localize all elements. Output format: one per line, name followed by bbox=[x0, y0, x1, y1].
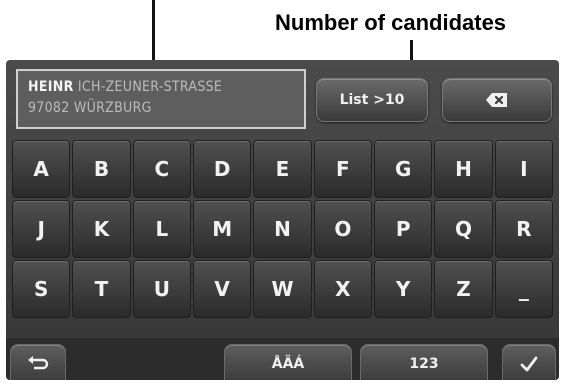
key-p[interactable]: P bbox=[373, 200, 433, 258]
key-i[interactable]: I bbox=[494, 140, 553, 198]
key-k[interactable]: K bbox=[72, 200, 131, 258]
key-s[interactable]: S bbox=[12, 260, 71, 318]
numbers-label: 123 bbox=[409, 356, 439, 372]
completion-text: ICH-ZEUNER-STRASSE bbox=[77, 79, 223, 95]
bottom-toolbar: ÅÄÁ 123 bbox=[6, 338, 559, 380]
numbers-button[interactable]: 123 bbox=[360, 344, 488, 380]
backspace-icon bbox=[485, 92, 509, 108]
list-button-label: List >10 bbox=[339, 92, 405, 108]
delete-button[interactable] bbox=[442, 78, 552, 122]
address-line-1: HEINR ICH-ZEUNER-STRASSE bbox=[28, 77, 294, 98]
key-a[interactable]: A bbox=[12, 140, 71, 198]
key-m[interactable]: M bbox=[192, 200, 252, 258]
key-v[interactable]: V bbox=[192, 260, 252, 318]
navigation-screen: HEINR ICH-ZEUNER-STRASSE 97082 WÜRZBURG … bbox=[6, 60, 559, 380]
key-z[interactable]: Z bbox=[434, 260, 493, 318]
key-g[interactable]: G bbox=[373, 140, 433, 198]
key-f[interactable]: F bbox=[313, 140, 372, 198]
keyboard-grid: A B C D E F G H I J K L M N O P Q R S T U V W X Y Z _ bbox=[12, 140, 553, 318]
key-l[interactable]: L bbox=[132, 200, 191, 258]
address-line-2: 97082 WÜRZBURG bbox=[28, 100, 152, 116]
key-o[interactable]: O bbox=[313, 200, 372, 258]
callout-label: Number of candidates bbox=[275, 10, 507, 35]
key-x[interactable]: X bbox=[313, 260, 372, 318]
key-n[interactable]: N bbox=[253, 200, 312, 258]
return-arrow-icon bbox=[27, 356, 49, 372]
key-r[interactable]: R bbox=[494, 200, 553, 258]
key-j[interactable]: J bbox=[12, 200, 71, 258]
key-h[interactable]: H bbox=[434, 140, 493, 198]
key-q[interactable]: Q bbox=[434, 200, 493, 258]
special-characters-label: ÅÄÁ bbox=[271, 356, 305, 372]
key-space[interactable]: _ bbox=[494, 260, 553, 318]
key-e[interactable]: E bbox=[253, 140, 312, 198]
special-characters-button[interactable]: ÅÄÁ bbox=[224, 344, 352, 380]
checkmark-icon bbox=[520, 356, 538, 372]
key-d[interactable]: D bbox=[192, 140, 252, 198]
key-w[interactable]: W bbox=[253, 260, 312, 318]
key-t[interactable]: T bbox=[72, 260, 131, 318]
key-c[interactable]: C bbox=[132, 140, 191, 198]
address-input-field[interactable]: HEINR ICH-ZEUNER-STRASSE 97082 WÜRZBURG bbox=[16, 69, 306, 129]
list-candidates-button[interactable]: List >10 bbox=[316, 78, 428, 122]
key-y[interactable]: Y bbox=[373, 260, 433, 318]
back-button[interactable] bbox=[10, 344, 66, 380]
typed-text: HEINR bbox=[28, 79, 74, 95]
key-u[interactable]: U bbox=[132, 260, 191, 318]
ok-button[interactable] bbox=[502, 344, 556, 380]
key-b[interactable]: B bbox=[72, 140, 131, 198]
